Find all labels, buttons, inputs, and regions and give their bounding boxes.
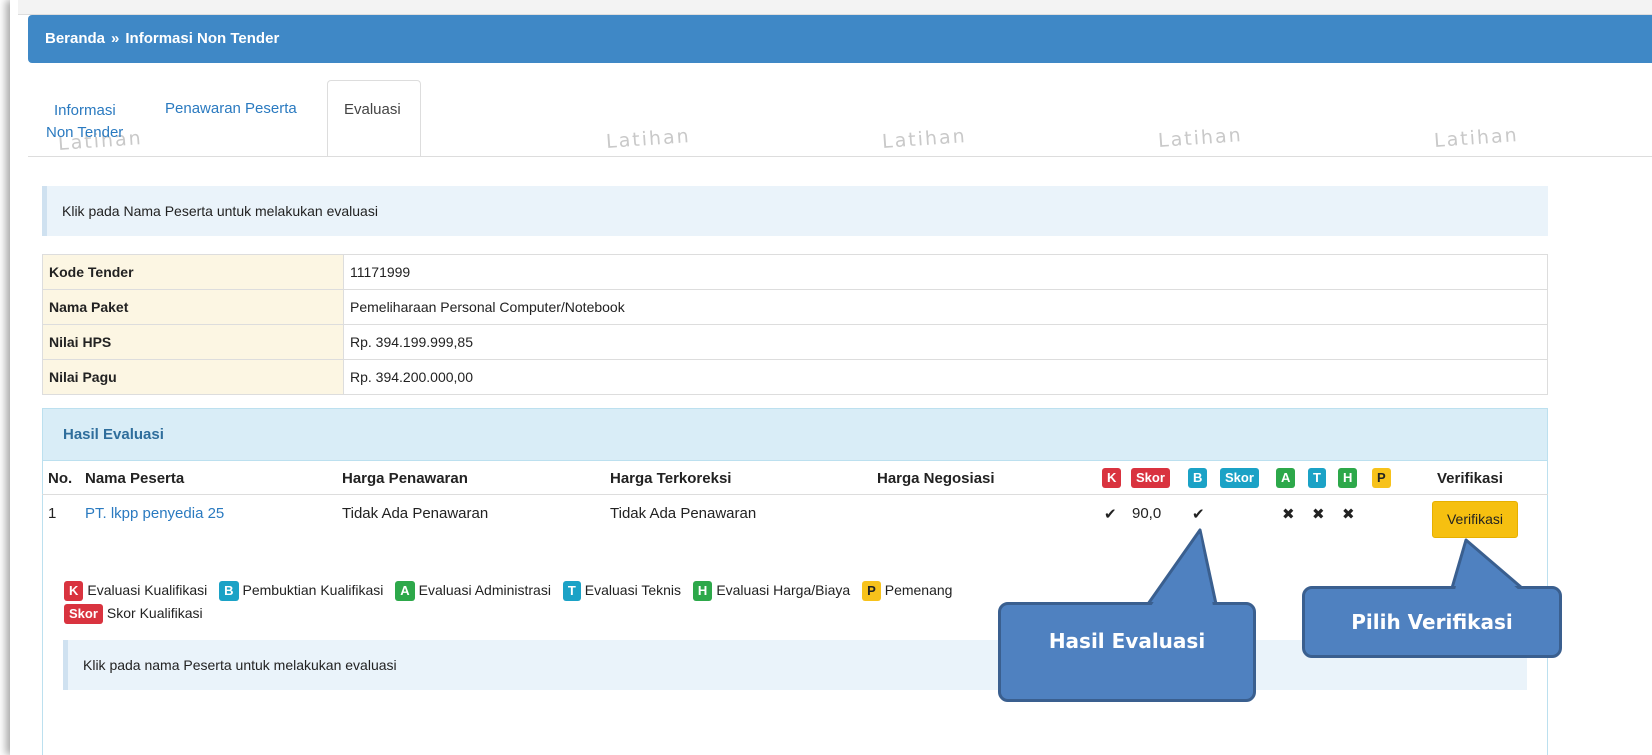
- callout-join-hasil: [1151, 534, 1213, 606]
- callout-pointer-joins: [1151, 534, 1519, 606]
- callout-join-pilih: [1455, 545, 1519, 590]
